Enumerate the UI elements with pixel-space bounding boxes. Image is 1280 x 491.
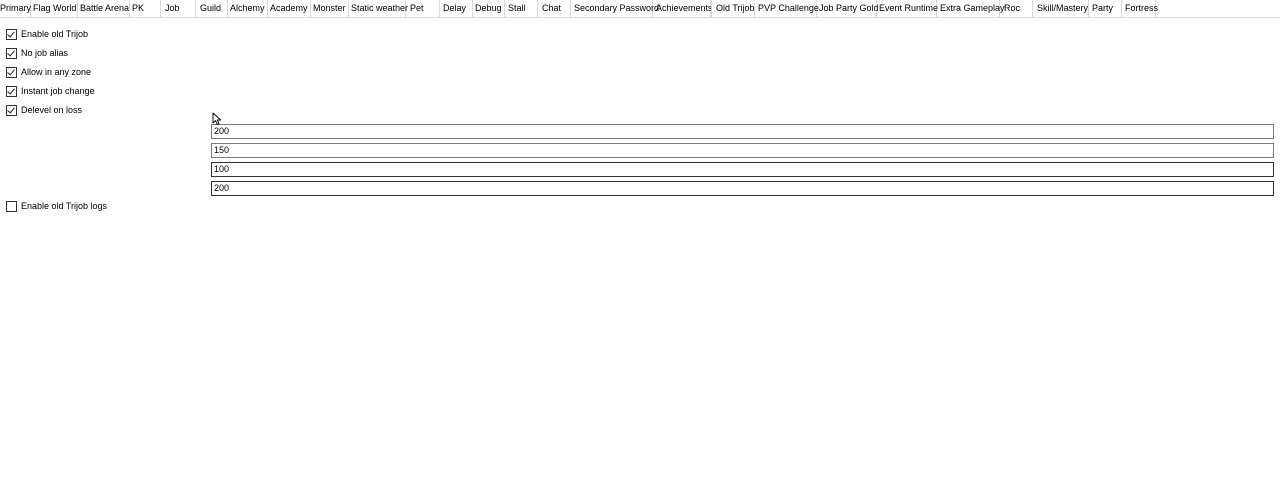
- enable-old-trijob-logs-option[interactable]: Enable old Trijob logs: [6, 200, 107, 212]
- value-field-3[interactable]: 100: [211, 162, 1274, 177]
- old-trijob-panel: Enable old Trijob No job alias Allow in …: [0, 18, 1280, 491]
- tab-pvp-challenge[interactable]: PVP Challenge: [755, 0, 819, 17]
- enable-old-trijob-logs-label: Enable old Trijob logs: [21, 201, 108, 211]
- value-field-4[interactable]: 200: [211, 181, 1274, 196]
- tab-static-weather[interactable]: Static weather: [349, 0, 408, 17]
- tab-alchemy[interactable]: Alchemy: [228, 0, 268, 17]
- allow-in-any-zone-option[interactable]: Allow in any zone: [6, 66, 91, 78]
- no-job-alias-label: No job alias: [21, 48, 69, 58]
- instant-job-change-option[interactable]: Instant job change: [6, 85, 95, 97]
- tab-flag-world[interactable]: Flag World: [31, 0, 78, 17]
- tab-monster[interactable]: Monster: [311, 0, 349, 17]
- tab-bar: Primary Flag World Battle Arena PK Job G…: [0, 0, 1280, 18]
- tab-pet[interactable]: Pet: [406, 0, 440, 17]
- tab-skill-mastery[interactable]: Skill/Mastery: [1033, 0, 1089, 17]
- tab-achievements[interactable]: Achievements: [653, 0, 713, 17]
- tab-extra-gameplay[interactable]: Extra Gameplay: [937, 0, 1005, 17]
- tab-academy[interactable]: Academy: [268, 0, 311, 17]
- enable-old-trijob-label: Enable old Trijob: [21, 29, 89, 39]
- no-job-alias-option[interactable]: No job alias: [6, 47, 68, 59]
- enable-old-trijob-option[interactable]: Enable old Trijob: [6, 28, 88, 40]
- tab-secondary-password[interactable]: Secondary Password: [571, 0, 659, 17]
- enable-old-trijob-logs-checkbox[interactable]: [6, 200, 17, 212]
- enable-old-trijob-checkbox[interactable]: [6, 28, 17, 40]
- delevel-on-loss-option[interactable]: Delevel on loss: [6, 104, 82, 116]
- value-field-2[interactable]: 150: [211, 143, 1274, 158]
- tab-job-party-gold[interactable]: Job Party Gold: [817, 0, 879, 17]
- allow-in-any-zone-checkbox[interactable]: [6, 66, 17, 78]
- tab-guild[interactable]: Guild: [196, 0, 228, 17]
- checkmark-icon: [7, 105, 15, 113]
- mouse-pointer-icon: [212, 112, 222, 126]
- checkmark-icon: [7, 48, 15, 56]
- delevel-on-loss-label: Delevel on loss: [21, 105, 83, 115]
- instant-job-change-label: Instant job change: [21, 86, 95, 96]
- tab-job[interactable]: Job: [161, 0, 196, 17]
- checkmark-icon: [7, 29, 15, 37]
- tab-event-runtime[interactable]: Event Runtime: [877, 0, 938, 17]
- tab-chat[interactable]: Chat: [538, 0, 571, 17]
- tab-party[interactable]: Party: [1089, 0, 1122, 17]
- checkmark-icon: [7, 86, 15, 94]
- value-field-1[interactable]: 200: [211, 124, 1274, 139]
- tab-pk[interactable]: PK: [130, 0, 161, 17]
- instant-job-change-checkbox[interactable]: [6, 85, 17, 97]
- tab-delay[interactable]: Delay: [440, 0, 473, 17]
- delevel-on-loss-checkbox[interactable]: [6, 104, 17, 116]
- tab-debug[interactable]: Debug: [473, 0, 505, 17]
- tab-battle-arena[interactable]: Battle Arena: [78, 0, 130, 17]
- tab-fortress[interactable]: Fortress: [1122, 0, 1158, 17]
- tab-old-trijob[interactable]: Old Trijob: [711, 0, 755, 17]
- no-job-alias-checkbox[interactable]: [6, 47, 17, 59]
- allow-in-any-zone-label: Allow in any zone: [21, 67, 92, 77]
- checkmark-icon: [7, 67, 15, 75]
- tab-roc[interactable]: Roc: [1000, 0, 1033, 17]
- tab-stall[interactable]: Stall: [505, 0, 538, 17]
- tab-primary[interactable]: Primary: [0, 0, 31, 17]
